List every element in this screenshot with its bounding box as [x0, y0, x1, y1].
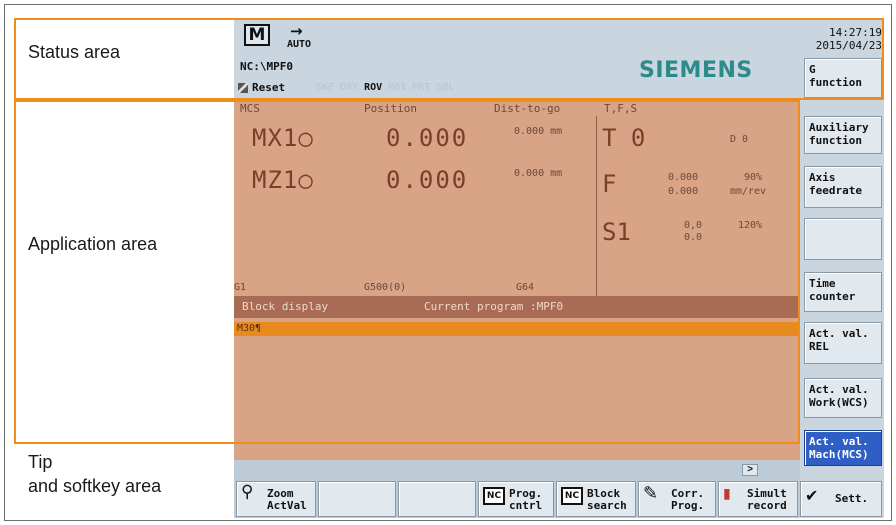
axis-position-mx1: 0.000 — [386, 124, 469, 152]
softkey-area-label: and softkey area — [28, 476, 162, 496]
nc-search-icon: NC — [561, 487, 583, 505]
softkey-time-counter[interactable]: Time counter — [804, 272, 882, 312]
axis-name-mz1: MZ1○ — [252, 166, 314, 194]
softkey-simult-record-label: Simult record — [747, 487, 787, 512]
softkey-empty-h2[interactable] — [398, 481, 476, 517]
feed-override: 90% — [744, 172, 763, 183]
application-area-label: Application area — [28, 234, 158, 254]
softkey-block-search-label: Block search — [587, 487, 627, 512]
feed-unit: mm/rev — [730, 186, 767, 197]
block-display-title: Block display — [242, 300, 329, 313]
softkey-act-val-mcs[interactable]: Act. val. Mach(MCS) — [804, 430, 882, 466]
softkey-prog-cntrl[interactable]: NC Prog. cntrl — [478, 481, 554, 517]
reset-icon — [238, 83, 248, 93]
nc-prog-icon: NC — [483, 487, 505, 505]
softkey-empty-h1[interactable] — [318, 481, 396, 517]
axis-position-mz1: 0.000 — [386, 166, 469, 194]
auto-arrow-icon: → — [290, 22, 303, 40]
status-area: M → AUTO NC:\MPF0 SIEMENS Reset SKP DRY RO… — [234, 20, 800, 99]
feed-value-2: 0.000 — [668, 186, 699, 197]
softkey-axis-feedrate[interactable]: Axis feedrate — [804, 166, 882, 208]
header-mcs: MCS — [240, 102, 260, 115]
status-area-label: Status area — [28, 42, 121, 62]
softkey-g-function[interactable]: G function — [804, 58, 882, 98]
spindle-label: S1 — [602, 218, 631, 246]
softkey-settings[interactable]: ✔ Sett. — [800, 481, 882, 517]
softkey-corr-prog[interactable]: ✎ Corr. Prog. — [638, 481, 716, 517]
softkey-block-search[interactable]: NC Block search — [556, 481, 636, 517]
channel-status-row: Reset SKP DRY ROV M01 PRT SBL — [236, 80, 796, 96]
softkey-zoom-actval[interactable]: ⚲ Zoom ActVal — [236, 481, 316, 517]
reset-status: Reset — [252, 81, 286, 94]
tip-label: Tip — [28, 452, 53, 472]
flag-m01: M01 — [388, 82, 407, 93]
scroll-right-arrow[interactable]: > — [742, 464, 758, 476]
program-flags: SKP DRY ROV M01 PRT SBL — [316, 82, 460, 93]
flag-prt: PRT — [412, 82, 431, 93]
softkey-simult-record[interactable]: ▮ Simult record — [718, 481, 798, 517]
flag-skp: SKP — [316, 82, 335, 93]
softkey-corr-prog-label: Corr. Prog. — [671, 487, 705, 512]
feed-label: F — [602, 170, 617, 198]
axis-dist-mx1: 0.000 mm — [514, 126, 563, 137]
hmi-screen: M → AUTO NC:\MPF0 SIEMENS Reset SKP DRY RO… — [234, 20, 884, 518]
current-block-line[interactable]: M30¶ — [234, 322, 800, 336]
softkey-auxiliary-function[interactable]: Auxiliary function — [804, 116, 882, 154]
clock-time: 14:27:19 — [829, 26, 882, 39]
block-display-bar: Block display Current program :MPF0 — [234, 296, 800, 318]
softkey-act-val-rel[interactable]: Act. val. REL — [804, 322, 882, 364]
program-path: NC:\MPF0 — [240, 60, 293, 73]
gcode-group-3: G64 — [516, 282, 535, 293]
softkey-settings-label: Sett. — [835, 492, 869, 505]
vertical-softkey-bar: 14:27:19 2015/04/23 G function Auxiliary… — [800, 20, 884, 518]
axis-name-mx1: MX1○ — [252, 124, 314, 152]
softkey-act-val-wcs[interactable]: Act. val. Work(WCS) — [804, 378, 882, 418]
clock: 14:27:19 2015/04/23 — [800, 26, 882, 52]
header-dist-to-go: Dist-to-go — [494, 102, 561, 115]
wrench-icon: ✔ — [805, 486, 819, 505]
flag-sbl: SBL — [436, 82, 455, 93]
softkey-empty[interactable] — [804, 218, 882, 260]
header-tfs: T,F,S — [604, 102, 638, 115]
zoom-icon: ⚲ — [241, 482, 254, 502]
spindle-value-1: 0,0 — [684, 220, 703, 231]
flag-dry: DRY — [340, 82, 359, 93]
gcode-group-2: G500(0) — [364, 282, 407, 293]
gcode-group-1: G1 — [234, 282, 247, 293]
tip-line: > — [234, 462, 800, 478]
spindle-value-2: 0.0 — [684, 232, 703, 243]
block-text: M30¶ — [237, 323, 262, 334]
header-position: Position — [364, 102, 417, 115]
tool-value: T 0 — [602, 124, 646, 152]
tool-d-value: D 0 — [730, 134, 749, 145]
auto-mode-label: AUTO — [287, 39, 312, 50]
edit-icon: ✎ — [643, 483, 659, 504]
spindle-override: 120% — [738, 220, 763, 231]
feed-value-1: 0.000 — [668, 172, 699, 183]
application-area: MCS Position Dist-to-go T,F,S MX1○ 0.000… — [234, 100, 800, 460]
machine-mode-icon: M — [244, 24, 270, 46]
record-icon: ▮ — [723, 486, 731, 502]
clock-date: 2015/04/23 — [815, 39, 882, 52]
axis-dist-mz1: 0.000 mm — [514, 168, 563, 179]
softkey-prog-cntrl-label: Prog. cntrl — [509, 487, 543, 512]
softkey-zoom-label: Zoom ActVal — [267, 487, 307, 512]
tfs-divider — [596, 116, 597, 296]
current-program-label: Current program :MPF0 — [424, 300, 564, 313]
flag-rov: ROV — [364, 82, 383, 93]
